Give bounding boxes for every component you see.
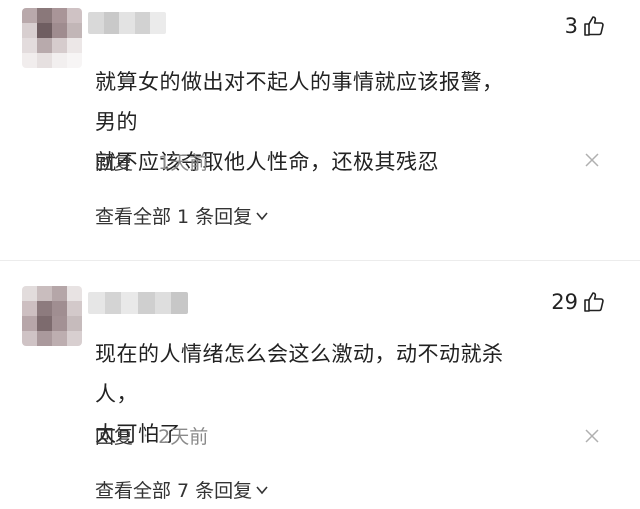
comment-text-line: 现在的人情绪怎么会这么激动，动不动就杀人， [95, 342, 504, 406]
view-all-replies-label: 查看全部 1 条回复 [95, 206, 253, 228]
view-all-replies-link[interactable]: 查看全部 7 条回复 [95, 476, 269, 503]
comment-meta: 回复 · 2天前 [95, 422, 208, 449]
timestamp: 2天前 [158, 426, 209, 448]
reply-button[interactable]: 回复 [95, 148, 133, 175]
username-blurred[interactable] [88, 12, 166, 34]
view-all-replies-link[interactable]: 查看全部 1 条回复 [95, 202, 269, 229]
like-button[interactable]: 3 [565, 14, 606, 38]
reply-button[interactable]: 回复 [95, 422, 133, 449]
avatar[interactable] [22, 8, 82, 68]
avatar[interactable] [22, 286, 82, 346]
divider [0, 260, 640, 261]
close-icon[interactable] [584, 152, 600, 168]
like-count: 3 [564, 14, 578, 38]
chevron-down-icon [256, 485, 268, 494]
like-button[interactable]: 29 [551, 290, 606, 314]
comment-text-line: 就算女的做出对不起人的事情就应该报警，男的 [95, 70, 504, 134]
thumbs-up-icon [584, 16, 604, 36]
thumbs-up-icon [584, 292, 604, 312]
chevron-down-icon [256, 211, 268, 220]
like-count: 29 [551, 290, 578, 314]
timestamp: 1天前 [158, 152, 209, 174]
username-blurred[interactable] [88, 292, 188, 314]
view-all-replies-label: 查看全部 7 条回复 [95, 480, 253, 502]
meta-separator: · [143, 152, 149, 171]
comment-meta: 回复 · 1天前 [95, 148, 208, 175]
comment-item: 3 就算女的做出对不起人的事情就应该报警，男的 就不应该夺取他人性命，还极其残忍… [0, 0, 640, 258]
comment-item: 29 现在的人情绪怎么会这么激动，动不动就杀人， 太可怕了 回复 · 2天前 查… [0, 278, 640, 509]
close-icon[interactable] [584, 428, 600, 444]
meta-separator: · [143, 426, 149, 445]
